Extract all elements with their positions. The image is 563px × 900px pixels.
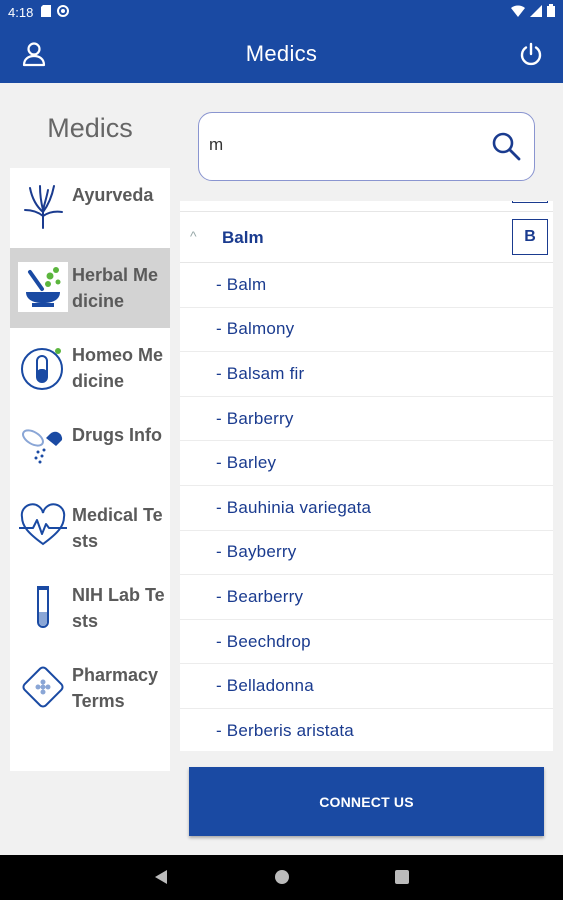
list-item[interactable]: - Bearberry [180, 575, 553, 620]
sidebar-item-label: NIH Lab Tests [72, 585, 165, 631]
heartbeat-icon [18, 502, 68, 552]
tablet-pack-icon [18, 662, 68, 712]
settings-circle-icon [57, 4, 70, 20]
power-button[interactable] [517, 40, 545, 68]
main-content: Medics Ayurveda Herbal Medicine Homeo Me… [0, 83, 563, 855]
sidebar-title: Medics [47, 113, 133, 143]
sidebar-item-herbal-medicine[interactable]: Herbal Medicine [10, 248, 170, 328]
mortar-pestle-icon [18, 262, 68, 312]
wifi-icon [511, 4, 525, 20]
sidebar-item-drugs-info[interactable]: Drugs Info [10, 408, 170, 488]
group-items: - Balm - Balmony - Balsam fir - Barberry… [180, 263, 553, 751]
system-nav-bar [0, 855, 563, 900]
home-icon[interactable] [274, 869, 290, 890]
pills-icon [18, 422, 68, 472]
sidebar-item-label: Medical Tests [72, 505, 163, 551]
list-item[interactable]: - Beechdrop [180, 620, 553, 665]
sidebar-item-pharmacy-terms[interactable]: Pharmacy Terms [10, 648, 170, 728]
search-box [198, 112, 535, 181]
sidebar-item-nih-lab-tests[interactable]: NIH Lab Tests [10, 568, 170, 648]
status-time: 4:18 [8, 4, 34, 20]
recents-icon[interactable] [394, 869, 410, 890]
back-icon[interactable] [153, 869, 169, 890]
sidebar-item-homeo-medicine[interactable]: Homeo Medicine [10, 328, 170, 408]
battery-icon [547, 4, 555, 20]
search-icon[interactable] [490, 130, 522, 162]
category-sidebar[interactable]: Ayurveda Herbal Medicine Homeo Medicine … [10, 168, 170, 771]
capsule-icon [18, 342, 68, 392]
group-name: Balm [222, 228, 264, 247]
sidebar-item-label: Drugs Info [72, 425, 162, 445]
chevron-up-icon[interactable]: ^ [190, 228, 197, 244]
list-item[interactable]: - Bayberry [180, 531, 553, 576]
sidebar-item-ayurveda[interactable]: Ayurveda [10, 168, 170, 248]
group-header[interactable]: ^ Balm B [180, 211, 553, 263]
power-icon [517, 42, 545, 72]
group-letter-badge: B [512, 219, 548, 255]
list-item[interactable]: - Bauhinia variegata [180, 486, 553, 531]
sidebar-item-label: Ayurveda [72, 185, 154, 205]
ayurveda-icon [18, 182, 68, 232]
list-item[interactable]: - Balm [180, 263, 553, 308]
sidebar-item-label: Herbal Medicine [72, 265, 159, 311]
connect-us-button[interactable]: CONNECT US [189, 767, 544, 836]
list-item[interactable]: - Barley [180, 441, 553, 486]
results-list[interactable]: ^ Balm B - Balm - Balmony - Balsam fir -… [180, 201, 553, 751]
previous-group-badge [512, 201, 548, 203]
sidebar-item-label: Homeo Medicine [72, 345, 164, 391]
sidebar-item-medical-tests[interactable]: Medical Tests [10, 488, 170, 568]
signal-icon [530, 4, 542, 20]
sidebar-item-label: Pharmacy Terms [72, 665, 159, 711]
status-bar: 4:18 [0, 0, 563, 24]
sd-card-icon [41, 4, 52, 20]
list-item[interactable]: - Barberry [180, 397, 553, 442]
search-input[interactable] [209, 135, 479, 155]
list-item[interactable]: - Balsam fir [180, 352, 553, 397]
app-bar: Medics [0, 24, 563, 83]
page-title: Medics [245, 40, 318, 66]
test-tube-icon [18, 582, 68, 632]
list-item[interactable]: - Balmony [180, 308, 553, 353]
list-item[interactable]: - Belladonna [180, 664, 553, 709]
list-item[interactable]: - Berberis aristata [180, 709, 553, 751]
